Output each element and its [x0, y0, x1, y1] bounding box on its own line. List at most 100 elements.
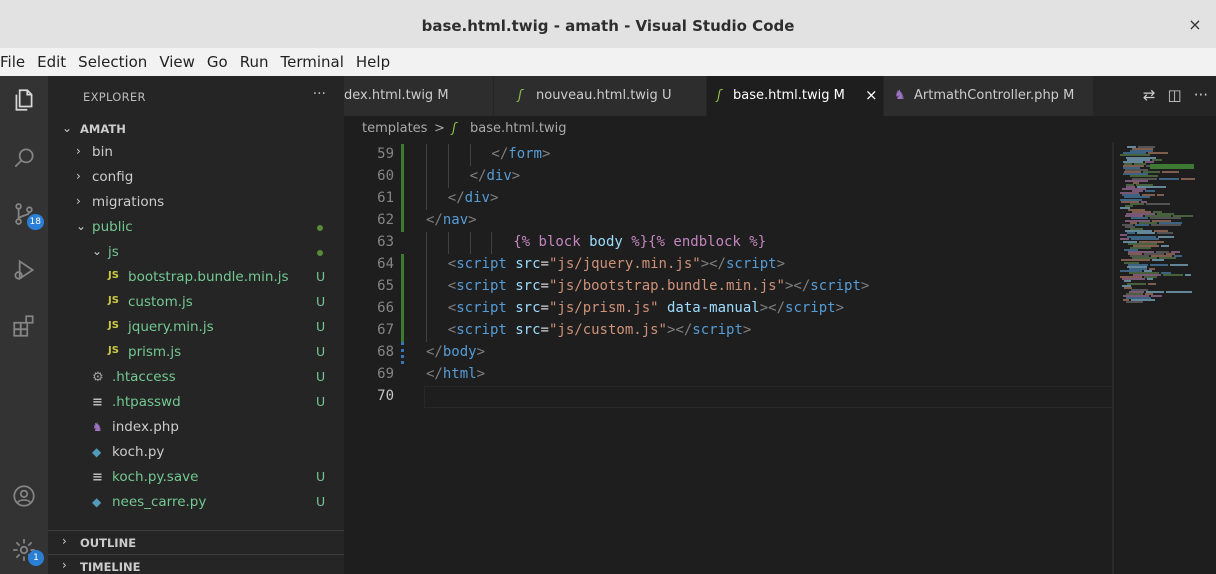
menu-view[interactable]: View	[153, 48, 201, 76]
git-modified-marker[interactable]	[401, 166, 404, 188]
menu-file[interactable]: File	[0, 48, 31, 76]
workspace-root[interactable]: ⌄ AMATH	[48, 118, 344, 140]
tree-item[interactable]: ♞ index.php	[48, 415, 344, 440]
code-text: </div>	[448, 190, 499, 206]
run-debug-icon[interactable]	[8, 254, 40, 286]
account-icon[interactable]	[8, 480, 40, 512]
git-modified-marker[interactable]	[401, 276, 404, 298]
code-token: src	[515, 322, 541, 338]
tree-item[interactable]: ⚙ .htaccess U	[48, 365, 344, 390]
code-token: block	[538, 234, 581, 250]
php-file-icon: ♞	[92, 420, 103, 434]
code-token: data-manual	[667, 300, 760, 316]
code-token: body	[442, 344, 477, 360]
tree-item[interactable]: ⌄ public	[48, 215, 344, 240]
git-modified-marker[interactable]	[401, 320, 404, 342]
code-token: src	[515, 278, 541, 294]
git-modified-marker[interactable]	[401, 210, 404, 232]
minimap-line	[1151, 295, 1162, 298]
code-token: >	[511, 168, 521, 184]
text-file-icon: ≡	[92, 395, 103, 410]
outline-section[interactable]: › OUTLINE	[48, 530, 344, 554]
menu-go[interactable]: Go	[201, 48, 234, 76]
minimap-line	[1148, 152, 1168, 155]
tab-base-html-twig[interactable]: ʃ base.html.twig M ×	[707, 76, 884, 116]
twig-file-icon: ʃ	[518, 88, 523, 103]
tab-artmath-controller-php[interactable]: ♞ ArtmathController.php M	[884, 76, 1094, 116]
tree-item-label: index.php	[112, 419, 179, 435]
chevron-right-icon: ›	[62, 534, 67, 548]
code-line: 70	[344, 386, 1114, 408]
git-modified-marker[interactable]	[401, 144, 404, 166]
tree-item[interactable]: › config	[48, 165, 344, 190]
tree-item[interactable]: ◆ koch.py	[48, 440, 344, 465]
minimap[interactable]	[1114, 142, 1216, 574]
outline-label: OUTLINE	[80, 536, 137, 550]
breadcrumb-folder[interactable]: templates	[362, 121, 427, 136]
tree-item-label: nees_carre.py	[112, 494, 207, 510]
tree-item[interactable]: JS prism.js U	[48, 340, 344, 365]
menu-terminal[interactable]: Terminal	[275, 48, 350, 76]
code-token: <	[447, 256, 457, 272]
code-token: <	[447, 322, 457, 338]
tree-item[interactable]: JS jquery.min.js U	[48, 315, 344, 340]
minimap-line	[1145, 190, 1155, 193]
tree-item-label: koch.py	[112, 444, 165, 460]
tree-item[interactable]: ⌄ js	[48, 240, 344, 265]
tree-item[interactable]: › migrations	[48, 190, 344, 215]
git-modified-marker[interactable]	[401, 188, 404, 210]
more-actions-icon[interactable]: ···	[1194, 86, 1208, 104]
timeline-section[interactable]: › TIMELINE	[48, 554, 344, 574]
tree-item-label: .htaccess	[112, 369, 176, 385]
line-number: 69	[377, 366, 394, 382]
explorer-icon[interactable]	[8, 84, 40, 116]
tree-item[interactable]: › bin	[48, 140, 344, 165]
tab-nouveau-html-twig[interactable]: ʃ nouveau.html.twig U	[494, 76, 707, 116]
js-file-icon: JS	[108, 345, 119, 356]
code-token: ></	[667, 322, 693, 338]
split-editor-icon[interactable]: ◫	[1168, 86, 1182, 104]
git-modified-marker[interactable]	[401, 254, 404, 276]
menu-edit[interactable]: Edit	[31, 48, 72, 76]
open-changes-icon[interactable]: ⇄	[1143, 86, 1156, 104]
code-token: >	[476, 344, 486, 360]
tree-item[interactable]: ≡ .htpasswd U	[48, 390, 344, 415]
window-title: base.html.twig - amath - Visual Studio C…	[421, 17, 795, 35]
close-tab-icon[interactable]: ×	[865, 86, 878, 104]
minimap-line	[1126, 301, 1143, 304]
tree-item[interactable]: JS custom.js U	[48, 290, 344, 315]
tree-item-label: koch.py.save	[112, 469, 199, 485]
indent-guide	[447, 232, 449, 254]
code-editor[interactable]: 59 </form> 60 </div> 61 </div> 62 </nav> 63 {% bl…	[344, 142, 1216, 574]
sidebar-more-button[interactable]: ···	[313, 86, 326, 102]
indent-guide	[491, 232, 493, 254]
line-number: 60	[377, 168, 394, 184]
minimap-highlight	[1150, 164, 1194, 169]
code-line: 61 </div>	[344, 188, 1114, 210]
source-control-icon[interactable]: 18	[8, 198, 44, 230]
tree-item[interactable]: ◆ nees_carre.py U	[48, 490, 344, 515]
tree-item[interactable]: ≡ koch.py.save U	[48, 465, 344, 490]
menu-help[interactable]: Help	[350, 48, 396, 76]
activity-bar: 18 1	[0, 76, 48, 574]
code-line: 65 <script src="js/bootstrap.bundle.min.j…	[344, 276, 1114, 298]
minimap-line	[1127, 232, 1135, 235]
code-text: <script src="js/bootstrap.bundle.min.js"…	[448, 278, 870, 294]
code-token: >	[835, 300, 845, 316]
close-window-button[interactable]: ×	[1184, 14, 1206, 36]
indent-guide	[469, 232, 471, 254]
tab-label: ArtmathController.php M	[914, 88, 1075, 103]
extensions-icon[interactable]	[8, 310, 40, 342]
manage-gear-icon[interactable]: 1	[8, 534, 44, 566]
git-modified-marker[interactable]	[401, 298, 404, 320]
menu-selection[interactable]: Selection	[72, 48, 153, 76]
search-icon[interactable]	[8, 142, 40, 174]
workspace-root-label: AMATH	[80, 122, 126, 136]
tab-index-html-twig[interactable]: dex.html.twig M	[344, 76, 494, 116]
breadcrumb-file[interactable]: base.html.twig	[470, 121, 566, 136]
git-status-badge: U	[316, 294, 326, 309]
tree-item[interactable]: JS bootstrap.bundle.min.js U	[48, 265, 344, 290]
line-number: 66	[377, 300, 394, 316]
git-deleted-marker[interactable]	[401, 342, 404, 364]
menu-run[interactable]: Run	[234, 48, 275, 76]
